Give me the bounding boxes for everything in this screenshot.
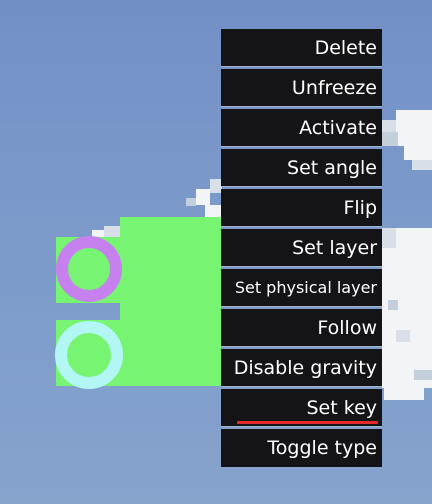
menu-item-label: Set key [306, 396, 378, 419]
menu-item-flip[interactable]: Flip [221, 189, 382, 227]
menu-item-set-angle[interactable]: Set angle [221, 149, 382, 187]
menu-item-follow[interactable]: Follow [221, 309, 382, 347]
menu-item-label: Set physical layer [234, 278, 377, 297]
menu-item-delete[interactable]: Delete [221, 29, 382, 67]
menu-item-toggle-type[interactable]: Toggle type [221, 429, 382, 467]
menu-item-label: Follow [317, 316, 377, 339]
joint-ring-purple[interactable] [56, 236, 122, 302]
menu-item-label: Delete [314, 36, 377, 59]
menu-item-label: Disable gravity [233, 356, 377, 379]
menu-item-label: Activate [299, 116, 377, 139]
menu-item-label: Set layer [292, 236, 377, 259]
menu-item-label: Set angle [287, 156, 377, 179]
menu-item-unfreeze[interactable]: Unfreeze [221, 69, 382, 107]
menu-item-set-key[interactable]: Set key [221, 389, 382, 427]
context-menu: Delete Unfreeze Activate Set angle Flip … [221, 29, 382, 467]
menu-item-set-layer[interactable]: Set layer [221, 229, 382, 267]
menu-item-label: Toggle type [267, 437, 377, 459]
menu-item-activate[interactable]: Activate [221, 109, 382, 147]
menu-item-label: Unfreeze [291, 76, 377, 99]
joint-ring-cyan[interactable] [55, 321, 123, 389]
menu-item-label: Flip [343, 196, 377, 219]
highlight-underline [237, 421, 378, 424]
game-canvas[interactable]: Delete Unfreeze Activate Set angle Flip … [0, 0, 432, 504]
menu-item-set-physical-layer[interactable]: Set physical layer [221, 269, 382, 307]
menu-item-disable-gravity[interactable]: Disable gravity [221, 349, 382, 387]
